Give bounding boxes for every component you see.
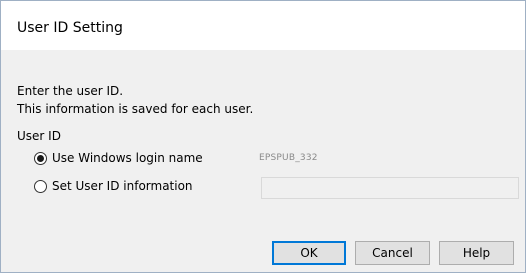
radio-selected-dot bbox=[37, 155, 44, 162]
use-windows-login-label[interactable]: Use Windows login name bbox=[52, 151, 203, 165]
set-user-id-label[interactable]: Set User ID information bbox=[52, 179, 193, 193]
cancel-button[interactable]: Cancel bbox=[355, 241, 430, 265]
intro-text-line-2: This information is saved for each user. bbox=[17, 102, 254, 116]
windows-login-name-value: EPSPUB_332 bbox=[259, 153, 318, 163]
dialog-header: User ID Setting bbox=[1, 1, 525, 50]
use-windows-login-radio[interactable] bbox=[34, 152, 47, 165]
user-id-input[interactable] bbox=[261, 177, 519, 199]
user-id-section-label: User ID bbox=[17, 129, 61, 143]
intro-text-line-1: Enter the user ID. bbox=[17, 84, 124, 98]
user-id-setting-dialog: User ID Setting Enter the user ID. This … bbox=[0, 0, 526, 273]
set-user-id-radio[interactable] bbox=[34, 180, 47, 193]
ok-button[interactable]: OK bbox=[272, 241, 346, 265]
help-button[interactable]: Help bbox=[439, 241, 514, 265]
dialog-title: User ID Setting bbox=[17, 20, 123, 36]
